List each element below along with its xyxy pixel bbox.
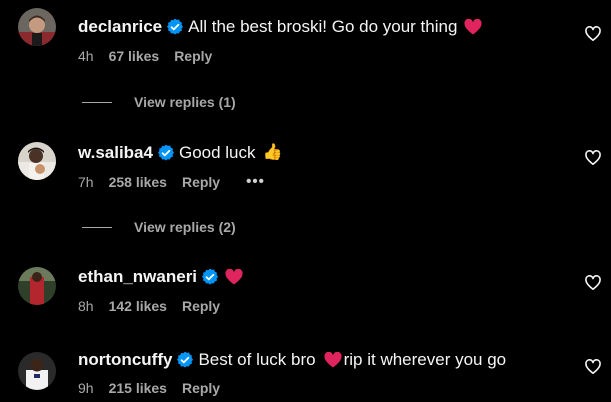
reply-button[interactable]: Reply	[182, 380, 220, 396]
verified-badge-icon	[202, 269, 219, 285]
red-heart-emoji-icon	[464, 18, 482, 35]
comment-item: nortoncuffy Best of luck bro rip it wher…	[0, 340, 611, 400]
divider-dash	[82, 101, 112, 103]
likes-count[interactable]: 142 likes	[109, 298, 167, 314]
username[interactable]: declanrice	[78, 16, 162, 38]
username[interactable]: w.saliba4	[78, 142, 153, 164]
likes-count[interactable]: 258 likes	[109, 174, 167, 190]
comment-time: 8h	[78, 298, 94, 314]
username[interactable]: ethan_nwaneri	[78, 266, 197, 288]
comment-item: declanrice All the best broski! Go do yo…	[0, 0, 611, 64]
comment-text-line: w.saliba4 Good luck 👍	[78, 142, 282, 164]
comment-text: All the best broski! Go do your thing	[188, 17, 458, 36]
reply-button[interactable]: Reply	[182, 174, 220, 190]
heart-outline-icon[interactable]	[585, 275, 601, 291]
verified-badge-icon	[157, 145, 174, 161]
comment-text-line: declanrice All the best broski! Go do yo…	[78, 16, 482, 38]
comment-text-continued: rip it wherever you go	[343, 350, 507, 369]
comment-item: w.saliba4 Good luck 👍 7h 258 likes Reply…	[0, 135, 611, 195]
avatar[interactable]	[18, 142, 56, 180]
comment-text-line: ethan_nwaneri	[78, 266, 243, 288]
likes-count[interactable]: 215 likes	[109, 380, 167, 396]
heart-outline-icon[interactable]	[585, 359, 601, 375]
comment-item: ethan_nwaneri 8h 142 likes Reply	[0, 260, 611, 320]
avatar[interactable]	[18, 352, 56, 390]
comment-time: 4h	[78, 48, 94, 64]
comment-time: 9h	[78, 380, 94, 396]
verified-badge-icon	[167, 19, 184, 35]
comment-meta: 9h 215 likes Reply	[78, 380, 235, 396]
likes-count[interactable]: 67 likes	[109, 48, 160, 64]
red-heart-emoji-icon	[324, 351, 342, 368]
avatar[interactable]	[18, 8, 56, 46]
view-replies-button[interactable]: View replies (2)	[82, 219, 236, 235]
view-replies-label: View replies (2)	[134, 219, 236, 235]
comment-meta: 7h 258 likes Reply •••	[78, 173, 280, 190]
red-heart-emoji-icon	[225, 268, 243, 285]
heart-outline-icon[interactable]	[585, 150, 601, 166]
divider-dash	[82, 226, 112, 228]
reply-button[interactable]: Reply	[174, 48, 212, 64]
comment-text: Good luck	[178, 143, 256, 162]
heart-outline-icon[interactable]	[585, 26, 601, 42]
comment-meta: 4h 67 likes Reply	[78, 48, 227, 64]
comment-text-line: nortoncuffy Best of luck bro rip it wher…	[78, 349, 506, 371]
more-options-icon[interactable]: •••	[246, 173, 265, 190]
comment-text: Best of luck bro	[198, 350, 316, 369]
comment-meta: 8h 142 likes Reply	[78, 298, 235, 314]
verified-badge-icon	[177, 352, 194, 368]
comment-time: 7h	[78, 173, 94, 190]
thumbs-up-emoji-icon: 👍	[262, 144, 283, 161]
reply-button[interactable]: Reply	[182, 298, 220, 314]
avatar[interactable]	[18, 267, 56, 305]
view-replies-label: View replies (1)	[134, 94, 236, 110]
username[interactable]: nortoncuffy	[78, 349, 172, 371]
view-replies-button[interactable]: View replies (1)	[82, 94, 236, 110]
